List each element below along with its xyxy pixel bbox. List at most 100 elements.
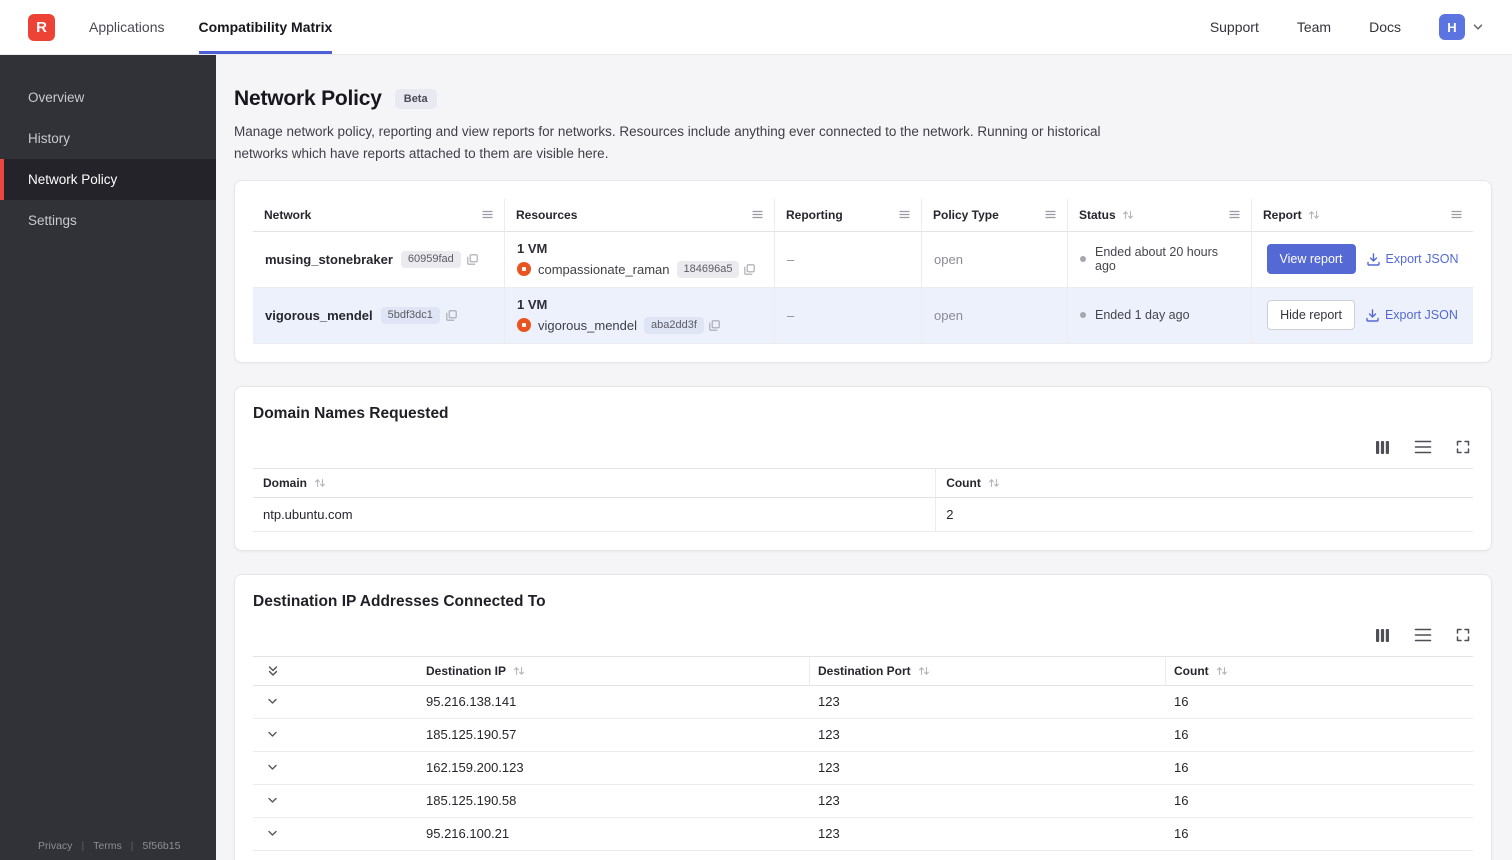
count-cell: 16 xyxy=(1166,752,1473,785)
tab-compatibility-matrix[interactable]: Compatibility Matrix xyxy=(198,0,333,54)
chevron-down-icon[interactable] xyxy=(266,794,279,807)
row-density-icon[interactable] xyxy=(1414,627,1432,643)
sidebar-item-settings[interactable]: Settings xyxy=(0,200,216,241)
primary-tabs: Applications Compatibility Matrix xyxy=(89,0,333,54)
export-json-link[interactable]: Export JSON xyxy=(1366,252,1458,267)
copy-icon[interactable] xyxy=(708,319,721,332)
column-header-count[interactable]: Count xyxy=(1166,655,1473,686)
user-menu[interactable]: H xyxy=(1439,14,1484,40)
resource-id-badge: aba2dd3f xyxy=(644,316,704,334)
chevron-down-icon[interactable] xyxy=(266,728,279,741)
beta-badge: Beta xyxy=(394,89,437,109)
count-cell: 16 xyxy=(1166,719,1473,752)
policy-type-cell: open xyxy=(922,287,1068,344)
column-header-domain[interactable]: Domain xyxy=(253,467,937,498)
nav-link-support[interactable]: Support xyxy=(1210,19,1259,35)
sidebar-footer: Privacy | Terms | 5f56b15 xyxy=(0,840,216,852)
app-logo[interactable]: R xyxy=(28,13,55,41)
sidebar-item-network-policy[interactable]: Network Policy xyxy=(0,159,216,200)
sort-icon[interactable] xyxy=(988,477,1000,489)
row-expand-cell xyxy=(253,818,418,851)
row-density-icon[interactable] xyxy=(1414,439,1432,455)
tab-applications[interactable]: Applications xyxy=(89,0,165,54)
nav-link-team[interactable]: Team xyxy=(1297,19,1331,35)
column-header-network[interactable]: Network xyxy=(253,198,505,232)
networks-card: Network Resources Reporting Policy Type xyxy=(234,179,1492,363)
column-menu-icon[interactable] xyxy=(481,208,494,221)
fullscreen-icon[interactable] xyxy=(1455,439,1471,455)
footer-separator: | xyxy=(81,840,85,852)
column-menu-icon[interactable] xyxy=(751,208,764,221)
hide-report-button[interactable]: Hide report xyxy=(1267,300,1355,331)
resource-name: compassionate_raman xyxy=(538,261,670,277)
resources-cell: 1 VM vigorous_mendel aba2dd3f xyxy=(505,287,775,344)
columns-settings-icon[interactable] xyxy=(1374,439,1391,456)
row-expand-cell xyxy=(253,686,418,719)
column-header-expand-all[interactable] xyxy=(253,655,418,686)
sort-icon[interactable] xyxy=(314,477,326,489)
network-cell: musing_stonebraker 60959fad xyxy=(253,231,505,288)
row-expand-cell xyxy=(253,752,418,785)
column-header-report[interactable]: Report xyxy=(1252,199,1473,232)
column-menu-icon[interactable] xyxy=(1044,208,1057,221)
user-avatar[interactable]: H xyxy=(1439,14,1465,40)
double-chevron-down-icon[interactable] xyxy=(266,664,280,678)
page-title: Network Policy xyxy=(234,87,382,110)
status-cell: Ended 1 day ago xyxy=(1068,287,1252,344)
view-report-button[interactable]: View report xyxy=(1266,244,1356,275)
destinations-card: Destination IP Addresses Connected To De… xyxy=(234,573,1492,860)
sort-icon[interactable] xyxy=(513,665,525,677)
destination-port-cell: 123 xyxy=(810,785,1166,818)
terms-link[interactable]: Terms xyxy=(93,840,122,852)
destination-ip-cell: 162.159.200.123 xyxy=(418,752,810,785)
chevron-down-icon[interactable] xyxy=(266,827,279,840)
footer-separator: | xyxy=(130,840,134,852)
export-json-link[interactable]: Export JSON xyxy=(1365,308,1458,323)
copy-icon[interactable] xyxy=(743,263,756,276)
sort-icon[interactable] xyxy=(1308,209,1320,221)
column-menu-icon[interactable] xyxy=(898,208,911,221)
report-cell: View report Export JSON xyxy=(1252,232,1473,288)
ubuntu-icon xyxy=(517,262,531,277)
main-content: Network Policy Beta Manage network polic… xyxy=(216,55,1512,860)
column-header-reporting[interactable]: Reporting xyxy=(775,198,922,232)
copy-icon[interactable] xyxy=(445,309,458,322)
column-header-policy-type[interactable]: Policy Type xyxy=(922,198,1068,232)
sidebar-item-history[interactable]: History xyxy=(0,118,216,159)
sidebar-item-overview[interactable]: Overview xyxy=(0,77,216,118)
network-id-badge: 5bdf3dc1 xyxy=(380,306,440,324)
destination-port-cell: 123 xyxy=(810,818,1166,851)
row-expand-cell xyxy=(253,785,418,818)
fullscreen-icon[interactable] xyxy=(1455,627,1471,643)
column-header-resources[interactable]: Resources xyxy=(505,198,775,232)
network-cell: vigorous_mendel 5bdf3dc1 xyxy=(253,287,505,344)
columns-settings-icon[interactable] xyxy=(1374,627,1391,644)
policy-type-cell: open xyxy=(922,231,1068,288)
navbar-right: Support Team Docs H xyxy=(1210,0,1484,54)
reporting-cell: – xyxy=(775,231,922,288)
nav-link-docs[interactable]: Docs xyxy=(1369,19,1401,35)
page-description: Manage network policy, reporting and vie… xyxy=(234,124,1101,162)
column-header-destination-port[interactable]: Destination Port xyxy=(810,655,1166,686)
sort-icon[interactable] xyxy=(1122,209,1134,221)
row-expand-cell xyxy=(253,719,418,752)
sort-icon[interactable] xyxy=(1216,665,1228,677)
column-menu-icon[interactable] xyxy=(1450,208,1463,221)
domains-card-title: Domain Names Requested xyxy=(253,404,449,422)
sort-icon[interactable] xyxy=(918,665,930,677)
column-menu-icon[interactable] xyxy=(1228,208,1241,221)
column-header-destination-ip[interactable]: Destination IP xyxy=(418,655,810,686)
privacy-link[interactable]: Privacy xyxy=(38,840,72,852)
copy-icon[interactable] xyxy=(466,253,479,266)
chevron-down-icon[interactable] xyxy=(1472,21,1484,33)
vm-count: 1 VM xyxy=(517,240,548,256)
chevron-down-icon[interactable] xyxy=(266,695,279,708)
download-icon xyxy=(1366,252,1380,266)
domain-cell: ntp.ubuntu.com xyxy=(253,497,937,532)
column-header-count[interactable]: Count xyxy=(936,467,1473,498)
chevron-down-icon[interactable] xyxy=(266,761,279,774)
top-navbar: R Applications Compatibility Matrix Supp… xyxy=(0,0,1512,55)
domains-table: Domain Count ntp.ubuntu.com 2 xyxy=(253,467,1473,532)
column-header-status[interactable]: Status xyxy=(1068,198,1252,232)
resource-name: vigorous_mendel xyxy=(538,317,638,333)
